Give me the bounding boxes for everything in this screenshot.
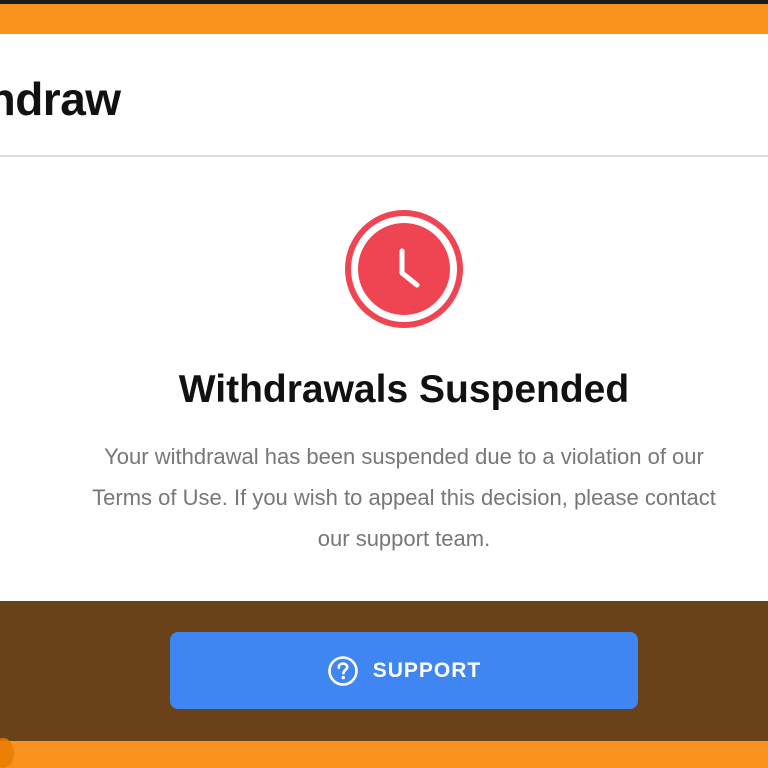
- help-circle-icon: [327, 655, 358, 686]
- clock-icon: [345, 210, 463, 328]
- message-line: Terms of Use. If you wish to appeal this…: [92, 485, 716, 510]
- modal-header: Withdraw: [0, 34, 768, 157]
- support-button[interactable]: SUPPORT: [170, 632, 638, 709]
- page-background-top: [0, 4, 768, 34]
- message-line: Your withdrawal has been suspended due t…: [104, 444, 704, 469]
- support-button-label: SUPPORT: [372, 658, 482, 682]
- message-line: our support team.: [317, 526, 491, 551]
- page-background-bottom: [0, 741, 768, 768]
- suspension-headline: Withdrawals Suspended: [178, 368, 630, 411]
- suspension-message: Your withdrawal has been suspended due t…: [0, 436, 768, 559]
- modal-footer: SUPPORT: [0, 601, 768, 741]
- modal-title: Withdraw: [0, 73, 121, 125]
- withdraw-modal: Withdraw Withdrawals Suspended Your with…: [0, 34, 768, 741]
